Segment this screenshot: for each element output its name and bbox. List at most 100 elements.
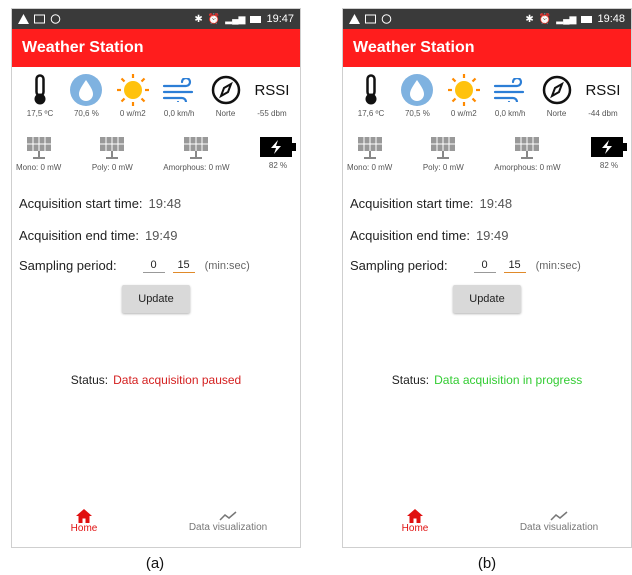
- wind-direction-value: Norte: [546, 109, 567, 118]
- whatsapp-icon: [381, 14, 392, 24]
- status-message: Data acquisition in progress: [434, 373, 583, 387]
- battery-charging-icon: [260, 137, 296, 157]
- status-bar: ✱ ⏰ ▂▄▆ 19:48: [343, 9, 631, 29]
- sampling-period-label: Sampling period:: [19, 258, 117, 273]
- temperature-value: 17,5 ºC: [26, 109, 54, 118]
- acquisition-end-label: Acquisition end time:: [350, 228, 470, 243]
- acquisition-end-label: Acquisition end time:: [19, 228, 139, 243]
- solar-panel-icon: [26, 137, 51, 159]
- acquisition-start-label: Acquisition start time:: [350, 196, 474, 211]
- rssi-sensor: RSSI -55 dbm: [250, 73, 294, 122]
- poly-panel: Poly: 0 mW: [423, 136, 464, 182]
- acquisition-start-label: Acquisition start time:: [19, 196, 143, 211]
- bottom-navigation: Home Data visualization: [343, 501, 631, 541]
- wind-icon: [494, 78, 525, 102]
- sampling-minutes-input[interactable]: 0: [142, 259, 165, 273]
- bottom-navigation: Home Data visualization: [12, 501, 300, 541]
- rssi-sensor: RSSI -44 dbm: [581, 73, 625, 122]
- sampling-seconds-input[interactable]: 15: [503, 259, 526, 273]
- status-bar: ✱ ⏰ ▂▄▆ 19:47: [12, 9, 300, 29]
- sampling-period-label: Sampling period:: [350, 258, 448, 273]
- poly-power-value: Poly: 0 mW: [422, 163, 464, 172]
- nav-home[interactable]: Home: [12, 501, 156, 541]
- caption-b: (b): [477, 555, 497, 572]
- acquisition-start: Acquisition start time: 19:48: [12, 196, 300, 214]
- compass-icon: [211, 75, 240, 105]
- whatsapp-icon: [50, 14, 61, 24]
- sensor-row: 17,6 ºC 70,5 % 0 w/m2 0,0 km/h Norte RSS…: [343, 67, 631, 122]
- acquisition-end: Acquisition end time: 19:49: [12, 228, 300, 246]
- bluetooth-icon: ✱: [194, 13, 203, 25]
- warning-icon: [18, 14, 29, 24]
- battery-status-icon: [581, 15, 593, 23]
- humidity-sensor: 70,6 %: [64, 73, 108, 122]
- status-label: Status:: [70, 373, 109, 387]
- irradiance-value: 0 w/m2: [119, 109, 146, 118]
- wind-direction-sensor: Norte: [204, 73, 248, 122]
- caption-a: (a): [145, 555, 165, 572]
- solar-panel-icon: [184, 137, 209, 159]
- image-icon: [365, 14, 376, 24]
- mono-power-value: Mono: 0 mW: [347, 163, 393, 172]
- status-label: Status:: [391, 373, 430, 387]
- nav-data-visualization[interactable]: Data visualization: [156, 501, 300, 541]
- nav-home[interactable]: Home: [343, 501, 487, 541]
- chart-line-icon: [219, 510, 237, 521]
- acquisition-end-time: 19:49: [144, 228, 178, 243]
- sampling-minutes-input[interactable]: 0: [473, 259, 496, 273]
- mono-panel: Mono: 0 mW: [16, 136, 61, 182]
- solar-panel-icon: [515, 137, 540, 159]
- update-button[interactable]: Update: [122, 285, 190, 313]
- water-drop-icon: [70, 74, 103, 106]
- sampling-period: Sampling period: 0 15 (min:sec): [12, 258, 300, 273]
- clock: 19:48: [597, 13, 625, 25]
- acquisition-end: Acquisition end time: 19:49: [343, 228, 631, 246]
- clock: 19:47: [266, 13, 294, 25]
- wind-speed-value: 0,0 km/h: [494, 109, 526, 118]
- acquisition-end-time: 19:49: [475, 228, 509, 243]
- status-line: Status: Data acquisition in progress: [343, 373, 631, 387]
- image-icon: [34, 14, 45, 24]
- battery-indicator: 82 %: [260, 136, 296, 182]
- compass-icon: [542, 75, 571, 105]
- poly-power-value: Poly: 0 mW: [91, 163, 133, 172]
- irradiance-sensor: 0 w/m2: [111, 73, 155, 122]
- temperature-sensor: 17,6 ºC: [349, 73, 393, 122]
- wind-speed-sensor: 0,0 km/h: [488, 73, 532, 122]
- battery-value: 82 %: [599, 161, 619, 170]
- chart-line-icon: [550, 510, 568, 521]
- sampling-seconds-input[interactable]: 15: [172, 259, 195, 273]
- amorphous-power-value: Amorphous: 0 mW: [163, 163, 230, 172]
- home-icon: [407, 508, 423, 523]
- amorphous-power-value: Amorphous: 0 mW: [494, 163, 561, 172]
- app-title: Weather Station: [343, 29, 631, 67]
- thermometer-icon: [34, 74, 46, 105]
- alarm-icon: ⏰: [207, 13, 221, 25]
- temperature-sensor: 17,5 ºC: [18, 73, 62, 122]
- acquisition-start-time: 19:48: [479, 196, 513, 211]
- sampling-unit: (min:sec): [535, 259, 581, 272]
- battery-value: 82 %: [268, 161, 288, 170]
- nav-data-visualization[interactable]: Data visualization: [487, 501, 631, 541]
- rssi-label: RSSI: [254, 81, 290, 99]
- sensor-row: 17,5 ºC 70,6 % 0 w/m2 0,0 km/h Norte RSS…: [12, 67, 300, 122]
- temperature-value: 17,6 ºC: [357, 109, 385, 118]
- signal-icon: ▂▄▆: [225, 13, 246, 24]
- update-button[interactable]: Update: [453, 285, 521, 313]
- app-title: Weather Station: [12, 29, 300, 67]
- wind-direction-sensor: Norte: [535, 73, 579, 122]
- acquisition-start: Acquisition start time: 19:48: [343, 196, 631, 214]
- alarm-icon: ⏰: [538, 13, 552, 25]
- nav-viz-label: Data visualization: [188, 521, 268, 533]
- rssi-label: RSSI: [585, 81, 621, 99]
- irradiance-sensor: 0 w/m2: [442, 73, 486, 122]
- amorphous-panel: Amorphous: 0 mW: [494, 136, 561, 182]
- rssi-value: -44 dbm: [588, 109, 618, 118]
- solar-panel-icon: [431, 137, 456, 159]
- phone-screen-b: ✱ ⏰ ▂▄▆ 19:48 Weather Station 17,6 ºC 70…: [342, 8, 632, 548]
- poly-panel: Poly: 0 mW: [92, 136, 133, 182]
- mono-panel: Mono: 0 mW: [347, 136, 392, 182]
- signal-icon: ▂▄▆: [556, 13, 577, 24]
- sun-icon: [447, 74, 480, 106]
- status-message: Data acquisition paused: [113, 373, 242, 387]
